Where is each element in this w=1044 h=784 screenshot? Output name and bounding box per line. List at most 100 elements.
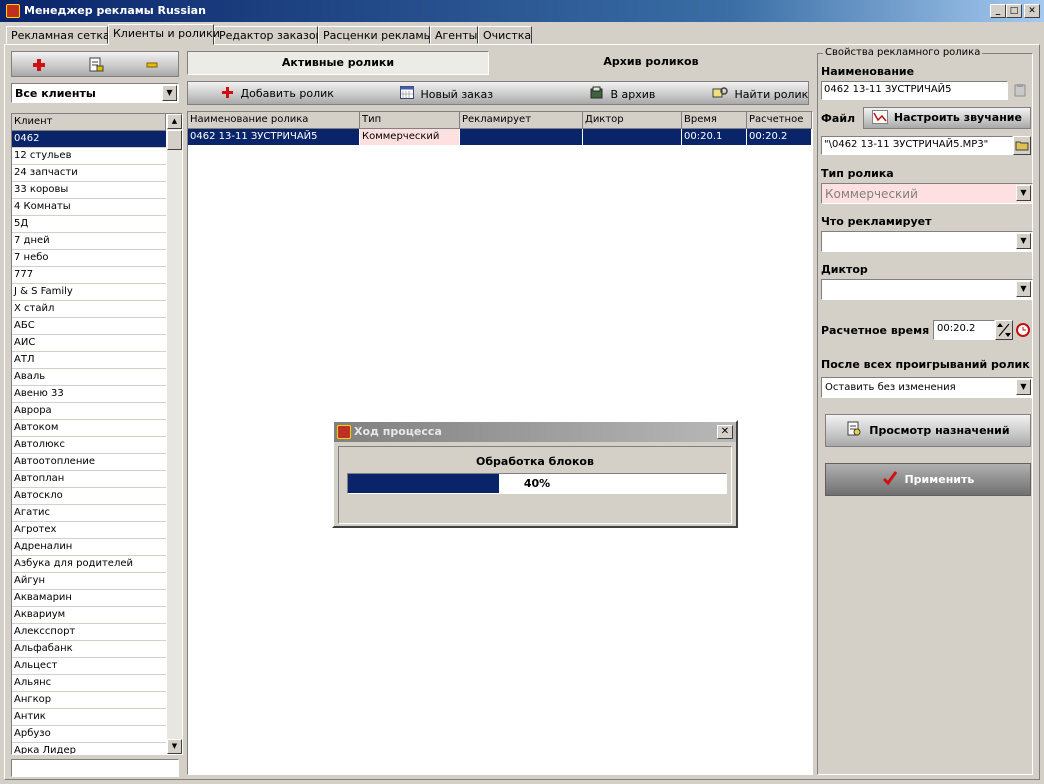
edit-client-button[interactable] [88, 57, 104, 73]
advertises-select[interactable]: ▼ [821, 231, 1033, 252]
document-edit-icon [89, 57, 104, 72]
tab-agents[interactable]: Агенты [430, 26, 478, 44]
new-order-button[interactable]: Новый заказ [400, 86, 493, 101]
chevron-down-icon[interactable]: ▼ [1016, 233, 1031, 249]
tab-clients-rolls[interactable]: Клиенты и ролики [108, 24, 220, 45]
chevron-down-icon[interactable]: ▼ [1016, 281, 1031, 297]
tab-ad-prices[interactable]: Расценки рекламы [318, 26, 432, 44]
list-item[interactable]: Альянс [12, 675, 166, 692]
list-item[interactable]: АТЛ [12, 352, 166, 369]
col-roll-name[interactable]: Наименование ролика [188, 112, 360, 129]
list-item[interactable]: Агатис [12, 505, 166, 522]
list-item[interactable]: Альфабанк [12, 641, 166, 658]
list-item[interactable]: Автоотопление [12, 454, 166, 471]
chevron-down-icon[interactable]: ▼ [162, 85, 177, 101]
list-item[interactable]: Альцест [12, 658, 166, 675]
col-advertises[interactable]: Рекламирует [460, 112, 583, 129]
chevron-down-icon[interactable]: ▼ [1016, 379, 1031, 395]
timer-button[interactable] [1015, 322, 1031, 338]
progress-percent: 40% [523, 477, 551, 490]
list-item[interactable]: 5Д [12, 216, 166, 233]
list-item[interactable]: Арка Лидер [12, 743, 166, 754]
list-item[interactable]: 0462 [12, 131, 166, 148]
list-item[interactable]: Автолюкс [12, 437, 166, 454]
close-icon[interactable]: ✕ [717, 425, 733, 439]
advertises-label: Что рекламирует [821, 215, 932, 228]
close-button[interactable]: ✕ [1024, 4, 1040, 18]
col-time[interactable]: Время [682, 112, 747, 129]
table-row[interactable]: 0462 13-11 ЗУСТРИЧАЙ5 Коммерческий 00:20… [188, 129, 812, 145]
list-item[interactable]: 777 [12, 267, 166, 284]
list-item[interactable]: Автоплан [12, 471, 166, 488]
name-field[interactable]: 0462 13-11 ЗУСТРИЧАЙ5 [821, 81, 1008, 100]
clients-column-header[interactable]: Клиент [12, 114, 166, 131]
list-item[interactable]: Арбузо [12, 726, 166, 743]
remove-client-button[interactable] [146, 60, 158, 70]
configure-sound-button[interactable]: Настроить звучание [863, 107, 1031, 129]
find-icon [712, 87, 728, 98]
list-item[interactable]: 4 Комнаты [12, 199, 166, 216]
clients-scrollbar[interactable]: ▲ ▼ [167, 114, 182, 754]
type-select[interactable]: Коммерческий ▼ [821, 183, 1033, 204]
list-item[interactable]: Алексспорт [12, 624, 166, 641]
to-archive-label: В архив [610, 88, 656, 101]
open-file-button[interactable] [1013, 136, 1031, 155]
apply-button[interactable]: Применить [825, 463, 1031, 496]
calc-time-spinner[interactable] [995, 320, 1013, 340]
tab-active-rolls[interactable]: Активные ролики [187, 51, 489, 75]
list-item[interactable]: 7 дней [12, 233, 166, 250]
list-item[interactable]: 12 стульев [12, 148, 166, 165]
tab-order-editor[interactable]: Редактор заказов [214, 26, 322, 44]
col-type[interactable]: Тип [360, 112, 460, 129]
list-item[interactable]: Адреналин [12, 539, 166, 556]
list-item[interactable]: Ангкор [12, 692, 166, 709]
view-assignments-label: Просмотр назначений [869, 424, 1010, 437]
list-item[interactable]: Аваль [12, 369, 166, 386]
col-calc-time[interactable]: Расчетное [747, 112, 812, 129]
view-assignments-button[interactable]: Просмотр назначений [825, 414, 1031, 447]
list-item[interactable]: АИС [12, 335, 166, 352]
clients-list[interactable]: Клиент 0462 12 стульев 24 запчасти 33 коров… [11, 113, 183, 755]
add-roll-button[interactable]: Добавить ролик [222, 87, 334, 101]
list-item[interactable]: Аквамарин [12, 590, 166, 607]
arrows-updown-icon [997, 323, 1011, 337]
list-item[interactable]: АБС [12, 318, 166, 335]
list-item[interactable]: Аквариум [12, 607, 166, 624]
list-item[interactable]: Авеню 33 [12, 386, 166, 403]
chevron-down-icon[interactable]: ▼ [1016, 185, 1031, 201]
list-item[interactable]: 33 коровы [12, 182, 166, 199]
scroll-up-icon[interactable]: ▲ [167, 114, 182, 129]
list-item[interactable]: Аврора [12, 403, 166, 420]
list-item[interactable]: Автоком [12, 420, 166, 437]
name-copy-button[interactable] [1013, 83, 1027, 97]
scroll-down-icon[interactable]: ▼ [167, 739, 182, 754]
scroll-thumb[interactable] [167, 130, 182, 150]
calendar-icon [400, 86, 414, 99]
speaker-select[interactable]: ▼ [821, 279, 1033, 300]
list-item[interactable]: J & S Family [12, 284, 166, 301]
tab-archive-rolls[interactable]: Архив роликов [495, 51, 807, 75]
list-item[interactable]: 24 запчасти [12, 165, 166, 182]
list-item[interactable]: Азбука для родителей [12, 556, 166, 573]
list-item[interactable]: X стайл [12, 301, 166, 318]
minimize-button[interactable]: _ [990, 4, 1006, 18]
to-archive-button[interactable]: В архив [590, 86, 656, 101]
clients-search-input[interactable] [11, 759, 179, 777]
file-field[interactable]: "\0462 13-11 ЗУСТРИЧАЙ5.MP3" [821, 136, 1013, 155]
list-item[interactable]: Айгун [12, 573, 166, 590]
clients-toolbar [11, 51, 179, 77]
list-item[interactable]: Автоскло [12, 488, 166, 505]
tab-ad-grid[interactable]: Рекламная сетка [6, 26, 110, 44]
list-item[interactable]: Антик [12, 709, 166, 726]
find-roll-button[interactable]: Найти ролик [712, 86, 808, 101]
maximize-button[interactable]: □ [1006, 4, 1022, 18]
list-item[interactable]: 7 небо [12, 250, 166, 267]
col-speaker[interactable]: Диктор [583, 112, 682, 129]
calc-time-field[interactable]: 00:20.2 [933, 320, 995, 340]
rolls-toolbar: Добавить ролик Новый заказ В архив Найти… [187, 81, 809, 105]
list-item[interactable]: Агротех [12, 522, 166, 539]
after-plays-select[interactable]: Оставить без изменения ▼ [821, 377, 1033, 398]
clients-filter-select[interactable]: Все клиенты ▼ [11, 83, 179, 103]
tab-cleanup[interactable]: Очистка [478, 26, 532, 44]
add-client-button[interactable] [32, 58, 46, 72]
